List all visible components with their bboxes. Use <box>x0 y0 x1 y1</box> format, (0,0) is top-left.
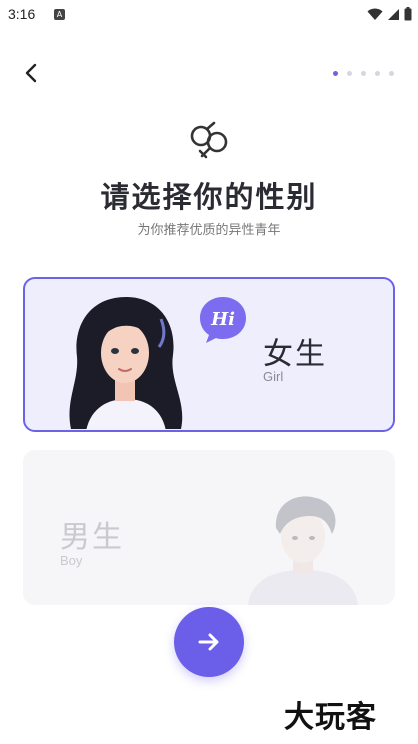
hi-chat-bubble-icon: Hi <box>200 297 246 343</box>
arrow-right-icon <box>198 633 219 651</box>
chevron-left-icon <box>25 63 37 83</box>
back-button[interactable] <box>18 60 44 86</box>
gender-option-girl[interactable]: Hi 女生 Girl <box>23 277 395 432</box>
app-notification-icon: A <box>54 9 65 20</box>
step-progress <box>333 71 394 76</box>
progress-dot <box>347 71 352 76</box>
progress-dot-active <box>333 71 338 76</box>
gender-symbol-icon <box>190 121 228 159</box>
watermark-logo: 大玩客 <box>284 700 377 735</box>
progress-dot <box>389 71 394 76</box>
boy-illustration <box>248 496 358 605</box>
next-button[interactable] <box>174 607 244 677</box>
battery-icon <box>404 7 412 21</box>
progress-dot <box>361 71 366 76</box>
option-label-boy: 男生 <box>60 520 124 555</box>
status-bar: 3:16 A <box>0 0 418 30</box>
page-title: 请选择你的性别 <box>100 180 318 214</box>
wifi-icon <box>367 8 383 20</box>
gender-option-boy[interactable]: 男生 Boy <box>23 450 395 605</box>
option-label-girl: 女生 <box>263 337 327 372</box>
signal-icon <box>388 8 399 20</box>
status-icons <box>367 6 412 22</box>
progress-dot <box>375 71 380 76</box>
status-time: 3:16 <box>8 6 36 22</box>
girl-illustration <box>69 297 183 430</box>
hi-bubble-text: Hi <box>210 309 235 330</box>
page-subtitle: 为你推荐优质的异性青年 <box>137 223 281 238</box>
option-sub-girl: Girl <box>263 369 284 384</box>
option-sub-boy: Boy <box>60 553 83 568</box>
